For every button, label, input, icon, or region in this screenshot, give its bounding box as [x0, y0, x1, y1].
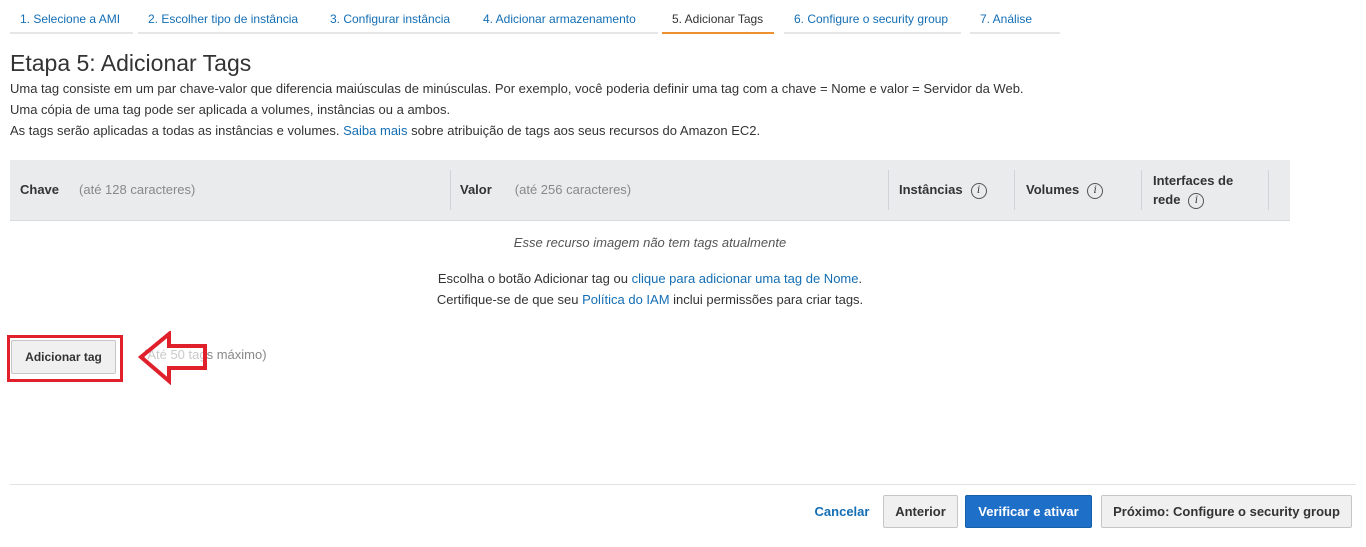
- key-header-label: Chave: [20, 182, 60, 197]
- value-header-label: Valor: [460, 182, 492, 197]
- help-line-2-suffix: inclui permissões para criar tags.: [673, 292, 864, 307]
- intro-line-3-prefix: As tags serão aplicadas a todas as instâ…: [10, 123, 340, 138]
- step-configure-instance[interactable]: 3. Configurar instância: [320, 6, 473, 34]
- step-instance-type[interactable]: 2. Escolher tipo de instância: [138, 6, 322, 34]
- tags-help-text: Escolha o botão Adicionar tag ou clique …: [10, 268, 1290, 310]
- column-divider: [1141, 170, 1142, 210]
- interfaces-header-label-1: Interfaces de: [1153, 173, 1234, 188]
- instances-info-icon[interactable]: i: [970, 182, 987, 199]
- intro-line-3: As tags serão aplicadas a todas as instâ…: [10, 120, 1024, 141]
- column-divider: [1014, 170, 1015, 210]
- volumes-column-header: Volumes i: [1026, 160, 1141, 220]
- help-line-1-prefix: Escolha o botão Adicionar tag ou: [437, 271, 628, 286]
- step-security-group[interactable]: 6. Configure o security group: [784, 6, 961, 34]
- help-line-2: Certifique-se de que seu Política do IAM…: [10, 289, 1290, 310]
- help-line-1-suffix: .: [858, 271, 863, 286]
- interfaces-info-icon[interactable]: i: [1188, 192, 1205, 209]
- learn-more-link[interactable]: Saiba mais: [343, 123, 407, 138]
- iam-policy-link[interactable]: Política do IAM: [582, 292, 669, 307]
- key-column-header: Chave (até 128 caracteres): [20, 160, 450, 220]
- tags-table: Chave (até 128 caracteres) Valor (até 256 …: [10, 160, 1290, 221]
- help-line-1: Escolha o botão Adicionar tag ou clique …: [10, 268, 1290, 289]
- intro-line-1: Uma tag consiste em um par chave-valor q…: [10, 81, 1024, 96]
- step-select-ami[interactable]: 1. Selecione a AMI: [10, 6, 133, 34]
- empty-tags-message: Esse recurso imagem não tem tags atualme…: [513, 235, 787, 250]
- intro-line-3-suffix: sobre atribuição de tags aos seus recurs…: [411, 123, 761, 138]
- left-arrow-outline-icon: [137, 331, 207, 385]
- help-line-2-prefix: Certifique-se de que seu: [436, 292, 579, 307]
- step-review[interactable]: 7. Análise: [970, 6, 1060, 34]
- page-title: Etapa 5: Adicionar Tags: [10, 50, 252, 76]
- intro-text: Uma tag consiste em um par chave-valor q…: [10, 78, 1024, 141]
- review-and-launch-button[interactable]: Verificar e ativar: [965, 495, 1092, 528]
- column-divider: [1268, 170, 1269, 210]
- step-add-tags[interactable]: 5. Adicionar Tags: [662, 6, 774, 34]
- footer-divider: [10, 484, 1356, 485]
- cancel-button[interactable]: Cancelar: [803, 495, 881, 528]
- column-divider: [450, 170, 451, 210]
- value-header-hint: (até 256 caracteres): [514, 182, 632, 197]
- previous-button[interactable]: Anterior: [883, 495, 958, 528]
- next-security-group-button[interactable]: Próximo: Configure o security group: [1101, 495, 1352, 528]
- volumes-header-label: Volumes: [1026, 182, 1080, 197]
- network-interfaces-column-header: Interfaces de rede i: [1153, 160, 1268, 220]
- step-add-storage[interactable]: 4. Adicionar armazenamento: [473, 6, 658, 34]
- column-divider: [888, 170, 889, 210]
- instances-header-label: Instâncias: [899, 182, 963, 197]
- volumes-info-icon[interactable]: i: [1087, 182, 1104, 199]
- intro-line-2: Uma cópia de uma tag pode ser aplicada a…: [10, 102, 451, 117]
- instances-column-header: Instâncias i: [899, 160, 1019, 220]
- key-header-hint: (até 128 caracteres): [79, 182, 196, 197]
- tags-table-header: Chave (até 128 caracteres) Valor (até 256 …: [10, 160, 1290, 221]
- add-name-tag-link[interactable]: clique para adicionar uma tag de Nome: [632, 271, 859, 286]
- interfaces-header-label-2: rede: [1153, 192, 1181, 207]
- add-tag-button[interactable]: Adicionar tag: [11, 340, 116, 374]
- value-column-header: Valor (até 256 caracteres): [460, 160, 880, 220]
